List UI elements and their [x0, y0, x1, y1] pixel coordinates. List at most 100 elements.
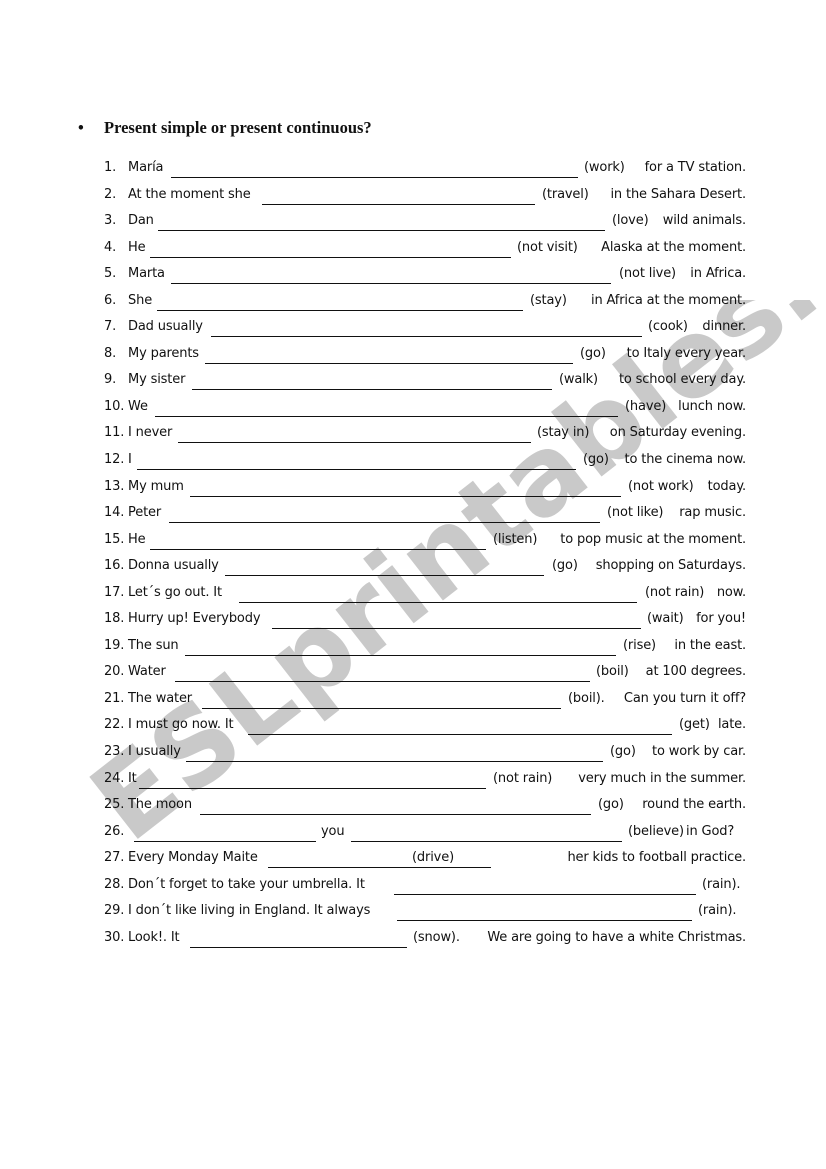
item-number: 15.	[104, 531, 125, 547]
answer-blank[interactable]	[186, 741, 603, 763]
exercise-item: 3. Dan (love) wild animals.	[104, 210, 746, 237]
exercise-item: 6. She (stay) in Africa at the moment.	[104, 290, 746, 317]
item-number: 27.	[104, 850, 125, 866]
answer-blank[interactable]	[190, 927, 407, 948]
item-number: 6.	[104, 292, 117, 308]
item-after-text: in Africa.	[690, 266, 746, 282]
item-before-text: He	[128, 531, 146, 547]
answer-blank[interactable]	[211, 316, 642, 338]
answer-blank[interactable]	[134, 821, 316, 842]
item-after-text: dinner.	[702, 319, 746, 335]
exercise-item: 23. I usually (go) to work by car.	[104, 741, 746, 768]
item-number: 16.	[104, 558, 125, 574]
exercise-title: • Present simple or present continuous?	[78, 118, 372, 138]
answer-blank[interactable]	[171, 157, 578, 178]
answer-blank[interactable]	[150, 237, 511, 258]
answer-blank[interactable]	[205, 343, 573, 364]
exercise-item: 7. Dad usually (cook) dinner.	[104, 316, 746, 343]
answer-blank[interactable]	[202, 688, 561, 709]
item-before-text: I	[128, 452, 132, 468]
item-verb: (go)	[598, 797, 624, 813]
item-after-text: in God?	[686, 823, 735, 839]
item-verb: (have)	[625, 398, 667, 414]
answer-blank[interactable]	[200, 794, 591, 816]
answer-blank[interactable]	[178, 422, 531, 444]
answer-blank[interactable]	[150, 529, 486, 550]
exercise-item: 2. At the moment she (travel) in the Sahara…	[104, 184, 746, 211]
answer-blank[interactable]	[248, 714, 672, 736]
item-number: 21.	[104, 690, 125, 706]
answer-blank[interactable]	[262, 184, 535, 205]
item-before-text: He	[128, 239, 146, 255]
answer-blank[interactable]	[185, 635, 616, 656]
item-verb: (get)	[679, 717, 710, 733]
exercise-item: 24. It (not rain) very much in the summer.	[104, 768, 746, 795]
item-verb: (not rain)	[493, 770, 553, 786]
item-after-text: to the cinema now.	[624, 452, 747, 468]
item-after-text: today.	[707, 478, 746, 494]
answer-blank[interactable]	[171, 263, 611, 285]
item-verb: (stay in)	[537, 425, 590, 441]
exercise-item: 15. He (listen) to pop music at the moment.	[104, 529, 746, 556]
item-before-text: Don´t forget to take your umbrella. It	[128, 876, 365, 892]
item-verb: (listen)	[493, 531, 538, 547]
item-after-text: wild animals.	[662, 213, 746, 229]
answer-blank[interactable]	[239, 582, 637, 603]
answer-blank[interactable]	[225, 555, 544, 577]
item-verb: (go)	[583, 452, 609, 468]
item-verb: (go)	[610, 744, 636, 760]
item-after-text: to work by car.	[652, 744, 746, 760]
item-verb: (walk)	[559, 372, 598, 388]
item-number: 29.	[104, 903, 125, 919]
item-after-text: in the Sahara Desert.	[610, 186, 746, 202]
item-after-text: now.	[716, 584, 746, 600]
item-number: 20.	[104, 664, 125, 680]
item-verb: (not rain)	[645, 584, 705, 600]
exercise-item: 17. Let´s go out. It (not rain) now.	[104, 582, 746, 609]
item-before-text: Hurry up! Everybody	[128, 611, 261, 627]
item-verb: (rain).	[702, 876, 741, 892]
answer-blank[interactable]	[190, 476, 621, 497]
item-before-text: My sister	[128, 372, 186, 388]
item-number: 11.	[104, 425, 125, 441]
exercise-item: 25. The moon (go) round the earth.	[104, 794, 746, 821]
item-number: 4.	[104, 239, 117, 255]
item-before-text: Marta	[128, 266, 165, 282]
answer-blank[interactable]	[158, 210, 605, 232]
exercise-item: 10. We (have) lunch now.	[104, 396, 746, 423]
item-after-text: We are going to have a white Christmas.	[487, 929, 746, 945]
answer-blank[interactable]	[155, 396, 618, 417]
item-before-text: She	[128, 292, 153, 308]
answer-blank[interactable]	[157, 290, 523, 311]
item-after-text: at 100 degrees.	[645, 664, 747, 680]
exercise-item: 21. The water (boil). Can you turn it off?	[104, 688, 746, 715]
exercise-item: 28. Don´t forget to take your umbrella. I…	[104, 874, 746, 901]
exercise-item: 14. Peter (not like) rap music.	[104, 502, 746, 529]
item-after-text: to school every day.	[618, 372, 746, 388]
answer-blank[interactable]	[397, 900, 692, 922]
answer-blank[interactable]	[192, 369, 552, 391]
item-after-text: round the earth.	[642, 797, 746, 813]
item-after-text: in Africa at the moment.	[590, 292, 746, 308]
item-verb: (believe)	[628, 823, 684, 839]
exercise-item: 19. The sun (rise) in the east.	[104, 635, 746, 662]
item-number: 7.	[104, 319, 117, 335]
answer-blank[interactable]	[139, 768, 486, 789]
answer-blank[interactable]	[137, 449, 576, 471]
item-verb: (not work)	[628, 478, 694, 494]
item-number: 12.	[104, 452, 125, 468]
exercise-item: 22. I must go now. It (get) late.	[104, 714, 746, 741]
answer-blank[interactable]	[169, 502, 600, 524]
item-before-text: Every Monday Maite	[128, 850, 258, 866]
answer-blank[interactable]	[175, 661, 590, 683]
exercise-item: 13. My mum (not work) today.	[104, 476, 746, 503]
item-number: 26.	[104, 823, 125, 839]
item-before-text: I usually	[128, 744, 181, 760]
item-before-text: Water	[128, 664, 166, 680]
item-before-text: I don´t like living in England. It alway…	[128, 903, 371, 919]
answer-blank[interactable]	[272, 608, 641, 630]
answer-blank[interactable]	[394, 874, 696, 895]
answer-blank[interactable]	[268, 847, 491, 869]
answer-blank[interactable]	[351, 821, 622, 842]
item-before-text: Peter	[128, 505, 162, 521]
